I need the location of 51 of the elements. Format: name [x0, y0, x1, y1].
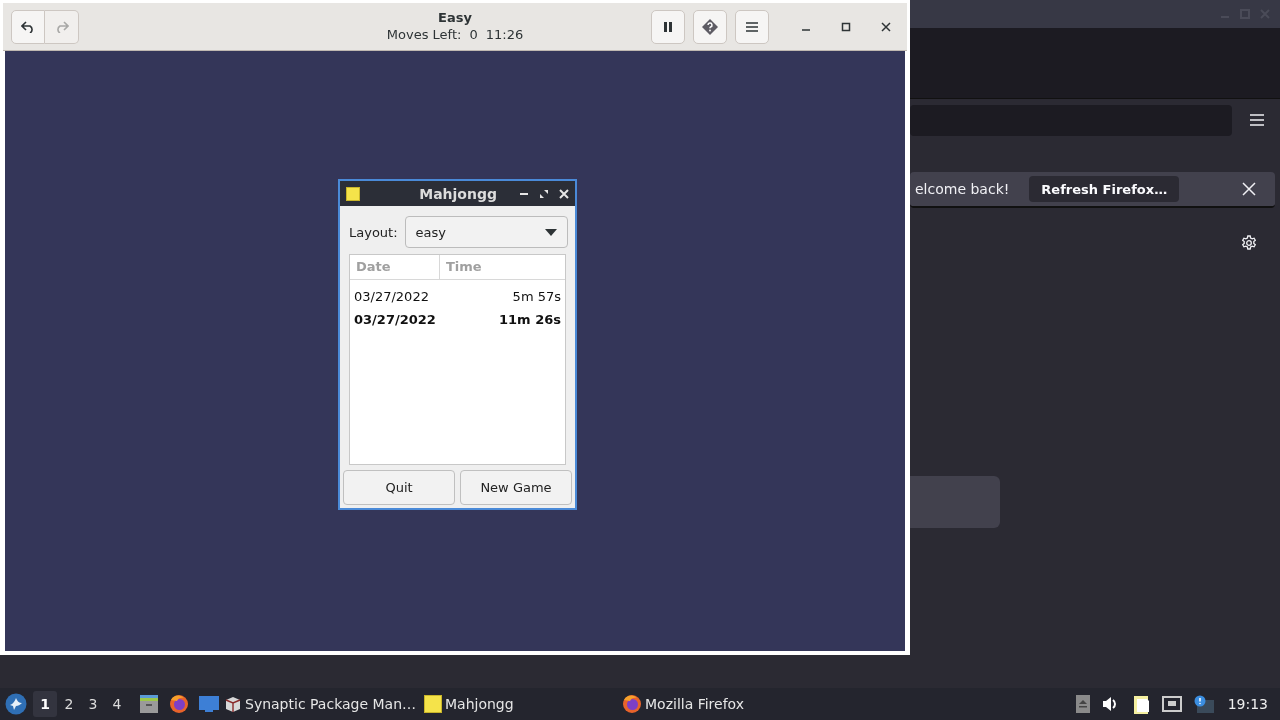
redo-icon — [54, 20, 69, 33]
firefox-icon — [622, 694, 642, 714]
quit-button[interactable]: Quit — [343, 470, 455, 505]
pause-icon — [664, 21, 672, 32]
network-icon[interactable] — [1161, 696, 1182, 712]
menu-icon[interactable] — [1250, 114, 1264, 126]
maximize-icon[interactable] — [841, 21, 851, 32]
hint-button[interactable] — [693, 9, 727, 44]
undo-icon — [21, 20, 35, 33]
file-cabinet-icon[interactable] — [139, 694, 159, 714]
task-button[interactable]: Mahjongg — [421, 689, 619, 719]
workspace-button[interactable]: 3 — [81, 691, 105, 717]
app-icon — [424, 695, 442, 713]
dialog-title: Mahjongg — [419, 185, 497, 202]
close-icon[interactable] — [881, 21, 891, 32]
workspace-button[interactable]: 1 — [33, 691, 57, 717]
notification-icon[interactable] — [1193, 695, 1214, 713]
new-game-button[interactable]: New Game — [460, 470, 572, 505]
layout-label: Layout: — [349, 224, 398, 240]
dropdown-arrow-icon — [544, 228, 557, 236]
eject-icon[interactable] — [1075, 695, 1090, 713]
task-button[interactable]: Mozilla Firefox — [619, 689, 748, 719]
hint-icon — [702, 18, 718, 35]
maximize-icon[interactable] — [539, 188, 549, 199]
table-cell: 03/27/2022 — [354, 312, 436, 327]
window-title: Easy — [438, 10, 472, 25]
start-menu-icon[interactable] — [5, 693, 27, 715]
package-box-icon — [224, 695, 242, 713]
game-timer: 11:26 — [485, 27, 524, 42]
table-cell: 5m 57s — [512, 289, 561, 304]
firefox-icon[interactable] — [169, 694, 189, 714]
table-cell: 03/27/2022 — [354, 289, 429, 304]
undo-button[interactable] — [11, 9, 45, 44]
pause-button[interactable] — [651, 9, 685, 44]
workspace-button[interactable]: 2 — [57, 691, 81, 717]
settings-icon[interactable] — [1241, 235, 1257, 251]
moves-label: Moves Left: — [386, 27, 462, 42]
menu-button[interactable] — [735, 9, 769, 44]
menu-icon — [746, 21, 758, 32]
app-icon — [346, 186, 360, 201]
clipboard-icon[interactable] — [1131, 694, 1150, 714]
address-field[interactable] — [910, 104, 1232, 136]
notification-message: elcome back! — [915, 181, 1010, 197]
refresh-button[interactable]: Refresh Firefox… — [1029, 176, 1180, 202]
task-button[interactable]: Synaptic Package Man… — [221, 689, 421, 719]
moves-count: 0 — [469, 27, 478, 42]
desktop-icon[interactable] — [199, 694, 219, 714]
table-cell: 11m 26s — [499, 312, 561, 327]
workspace-button[interactable]: 4 — [105, 691, 129, 717]
layout-dropdown[interactable]: easy — [404, 216, 568, 248]
clock: 19:13 — [1227, 696, 1268, 712]
